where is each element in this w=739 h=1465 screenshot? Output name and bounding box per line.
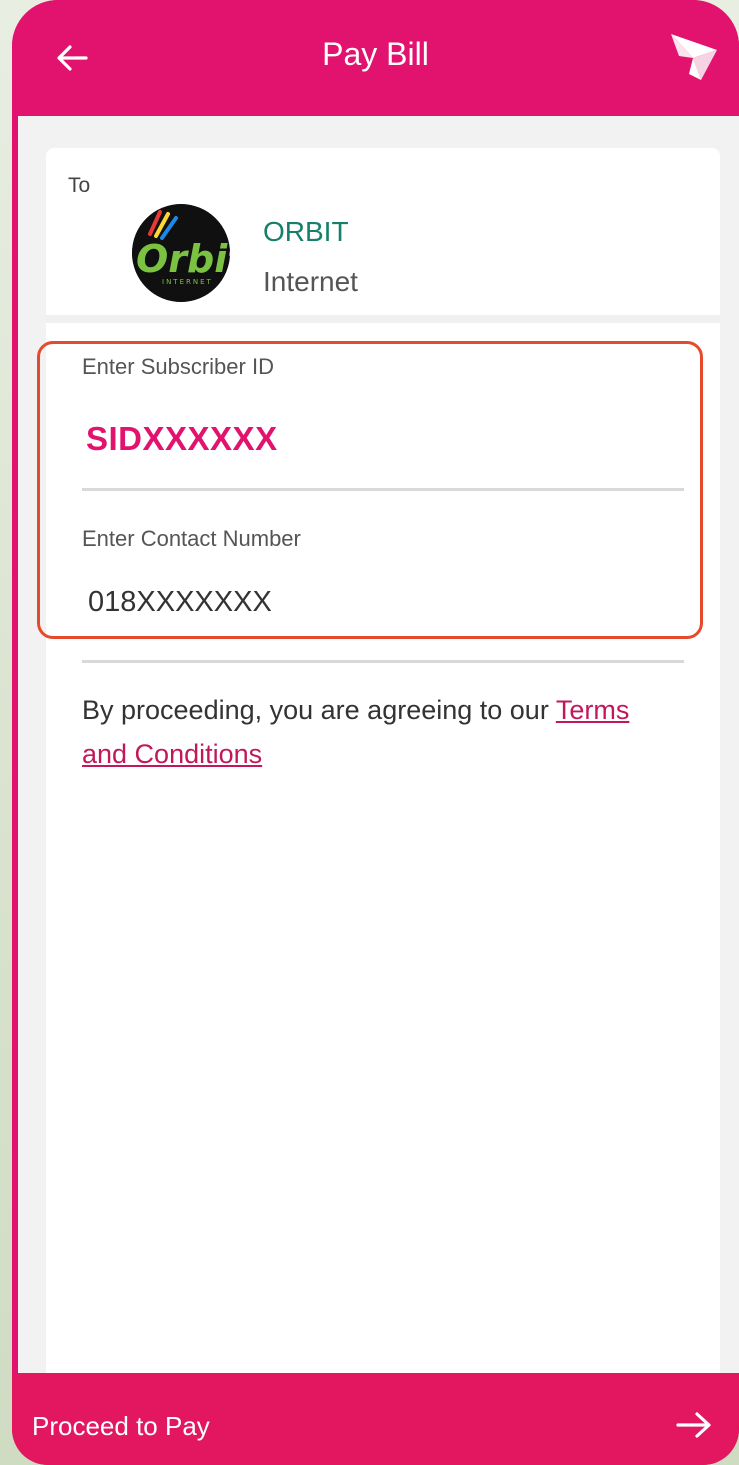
biller-category: Internet xyxy=(263,266,358,297)
input-highlight-box xyxy=(37,341,703,639)
biller-name: ORBIT xyxy=(263,216,349,247)
to-label: To xyxy=(68,174,91,197)
logo-wordmark: Orbit xyxy=(136,237,230,281)
arrow-right-icon xyxy=(676,1412,711,1438)
proceed-label: Proceed to Pay xyxy=(32,1411,210,1441)
contact-number-underline xyxy=(82,660,684,663)
svg-text:INTERNET: INTERNET xyxy=(162,278,213,286)
terms-prefix: By proceeding, you are agreeing to our xyxy=(82,695,556,725)
top-bar: Pay Bill xyxy=(12,0,739,116)
page-title: Pay Bill xyxy=(322,36,429,72)
terms-notice: By proceeding, you are agreeing to our T… xyxy=(82,688,672,776)
biller-logo: Orbit INTERNET xyxy=(132,204,230,302)
section-divider xyxy=(46,315,720,323)
paper-bird-logo-icon xyxy=(671,34,717,80)
proceed-to-pay-button[interactable]: Proceed to Pay xyxy=(12,1373,739,1465)
